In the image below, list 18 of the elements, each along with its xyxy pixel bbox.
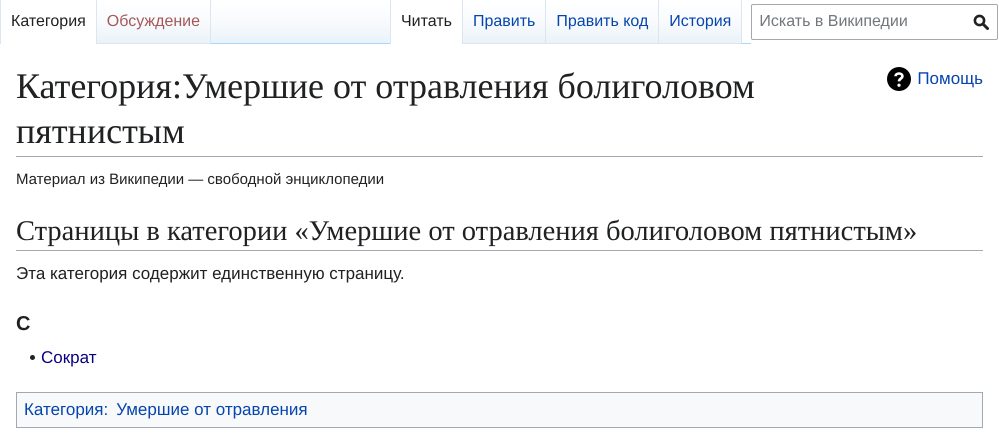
search-icon[interactable] — [973, 14, 990, 30]
category-link[interactable]: Умершие от отравления — [116, 397, 308, 423]
view-tab[interactable]: Править — [462, 0, 546, 44]
tagline: Материал из Википедии — свободной энциклопедии — [16, 170, 386, 190]
section-heading: Страницы в категории «Умершие от отравления болиголовом пятнистым» — [16, 214, 983, 252]
bullet-icon — [30, 354, 35, 360]
category-summary: Эта категория содержит единственную страницу. — [16, 263, 406, 286]
view-tab[interactable]: Править код — [545, 0, 658, 44]
search-field[interactable]: Искать в Википедии — [759, 10, 974, 34]
help-icon — [887, 66, 912, 91]
help-link[interactable]: Помощь — [887, 66, 983, 92]
tabs-background — [741, 0, 752, 44]
page-link[interactable]: Сократ — [41, 344, 96, 370]
category-label-link[interactable]: Категория: — [24, 397, 108, 423]
search-box[interactable]: Искать в Википедии — [751, 4, 998, 40]
letter-heading: С — [16, 312, 32, 337]
view-tab[interactable]: История — [658, 0, 742, 44]
namespace-tab[interactable]: Обсуждение — [96, 0, 210, 44]
